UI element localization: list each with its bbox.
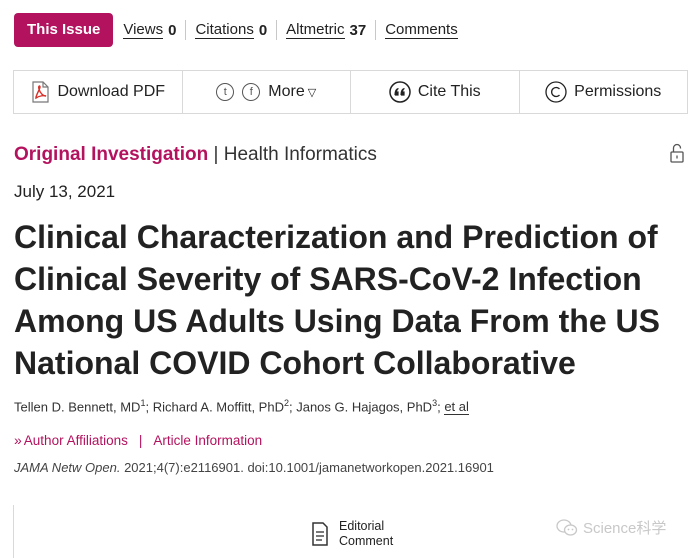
copyright-icon xyxy=(545,81,567,103)
twitter-icon[interactable]: t xyxy=(216,83,235,101)
altmetric-label[interactable]: Altmetric xyxy=(286,21,345,39)
metric-divider xyxy=(185,20,187,40)
article-category: Original Investigation | Health Informat… xyxy=(14,144,377,166)
metric-divider xyxy=(276,20,278,40)
watermark: Science科学 xyxy=(556,517,666,538)
views-label[interactable]: Views xyxy=(123,21,164,39)
link-divider: | xyxy=(138,432,143,448)
article-information-link[interactable]: Article Information xyxy=(153,433,262,448)
author-name[interactable]: Tellen D. Bennett, MD xyxy=(14,399,140,414)
watermark-text: Science科学 xyxy=(583,520,667,537)
issue-metrics-bar: This Issue Views 0 Citations 0 Altmetric… xyxy=(14,13,458,47)
permissions-label: Permissions xyxy=(574,83,662,100)
share-more-button[interactable]: t f More ▽ xyxy=(183,71,351,113)
author-affiliation-number: 3 xyxy=(432,398,438,408)
this-issue-button[interactable]: This Issue xyxy=(14,13,114,47)
journal-name: JAMA Netw Open. xyxy=(14,460,121,475)
editorial-label: Editorial xyxy=(339,519,385,533)
views-metric[interactable]: Views 0 xyxy=(123,21,176,39)
document-icon xyxy=(312,522,328,546)
chevron-down-icon: ▽ xyxy=(307,86,317,99)
more-label: More xyxy=(268,83,305,100)
content-divider xyxy=(13,505,14,558)
cite-this-button[interactable]: Cite This xyxy=(351,71,520,113)
wechat-logo-icon xyxy=(556,518,578,536)
editorial-comment-link[interactable]: Editorial Comment xyxy=(311,519,393,549)
download-pdf-button[interactable]: Download PDF xyxy=(14,71,183,113)
comment-label: Comment xyxy=(339,534,394,548)
views-count: 0 xyxy=(168,21,177,39)
comments-metric[interactable]: Comments xyxy=(385,21,458,39)
article-title: Clinical Characterization and Prediction… xyxy=(14,219,660,381)
pdf-icon xyxy=(32,81,50,103)
citation-details: 2021;4(7):e2116901. doi:10.1001/jamanetw… xyxy=(124,460,494,475)
metric-divider xyxy=(375,20,377,40)
altmetric-metric[interactable]: Altmetric 37 xyxy=(286,21,366,39)
author-list: Tellen D. Bennett, MD1; Richard A. Moffi… xyxy=(14,398,469,416)
comments-link[interactable]: Comments xyxy=(385,21,458,39)
article-links: » Author Affiliations | Article Informat… xyxy=(14,432,262,448)
citations-label[interactable]: Citations xyxy=(195,21,254,39)
category-separator: | xyxy=(213,144,219,165)
citations-count: 0 xyxy=(258,21,268,39)
chevron-right-icon: » xyxy=(14,432,22,448)
altmetric-score: 37 xyxy=(349,21,367,39)
author-name[interactable]: Richard A. Moffitt, PhD xyxy=(153,399,284,414)
author-affiliation-number: 2 xyxy=(283,398,289,408)
article-toolbar: Download PDF t f More ▽ Cite This Permis… xyxy=(13,70,688,114)
permissions-button[interactable]: Permissions xyxy=(520,71,688,113)
citation-line: JAMA Netw Open. 2021;4(7):e2116901. doi:… xyxy=(14,460,494,475)
subcategory-link[interactable]: Health Informatics xyxy=(224,144,377,165)
cite-this-label: Cite This xyxy=(417,83,481,100)
facebook-icon[interactable]: f xyxy=(242,83,261,101)
author-affiliation-number: 1 xyxy=(140,398,146,408)
author-name[interactable]: Janos G. Hajagos, PhD xyxy=(296,399,432,414)
category-link[interactable]: Original Investigation xyxy=(14,144,208,165)
open-access-lock-icon xyxy=(670,143,684,163)
download-pdf-label: Download PDF xyxy=(57,83,166,100)
et-al-link[interactable]: et al xyxy=(444,399,469,416)
publication-date: July 13, 2021 xyxy=(14,182,116,201)
author-affiliations-link[interactable]: Author Affiliations xyxy=(24,433,128,448)
quote-icon xyxy=(389,81,411,103)
citations-metric[interactable]: Citations 0 xyxy=(195,21,267,39)
